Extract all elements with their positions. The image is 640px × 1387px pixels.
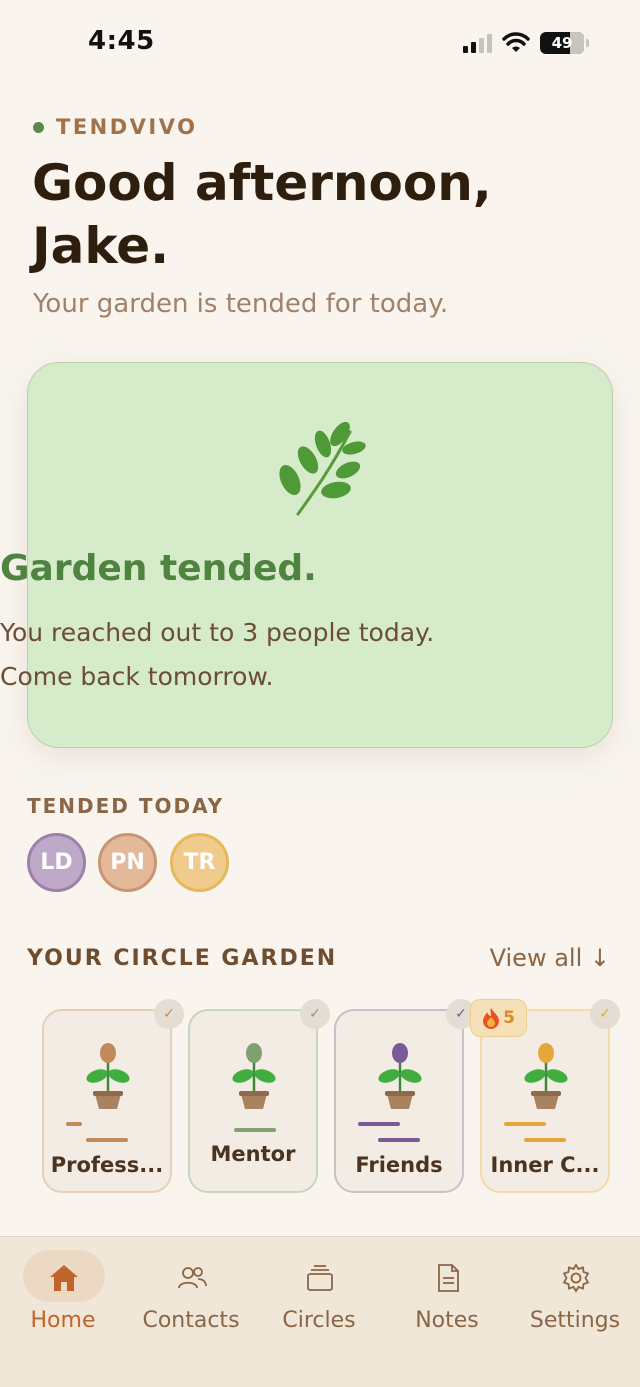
check-icon: ✓	[590, 999, 620, 1029]
status-bar: 4:45 49	[0, 0, 640, 88]
notes-icon	[438, 1264, 459, 1292]
contacts-icon	[178, 1267, 207, 1289]
nav-label: Settings	[529, 1308, 621, 1333]
nav-settings[interactable]: Settings	[520, 1250, 630, 1350]
circle-name: Friends	[355, 1153, 443, 1177]
nav-home[interactable]: Home	[8, 1250, 118, 1350]
status-icons: 49	[463, 30, 589, 56]
circle-name: Mentor	[210, 1142, 296, 1166]
avatar[interactable]: LD	[27, 833, 86, 892]
battery-level: 49	[551, 34, 573, 52]
circle-name: Inner C...	[490, 1153, 600, 1177]
plant-icon	[86, 1043, 130, 1109]
nav-label: Notes	[415, 1308, 479, 1333]
signal-icon	[463, 33, 492, 53]
hero-line2: Come back tomorrow.	[0, 662, 274, 691]
herb-icon	[279, 421, 366, 516]
nav-notes[interactable]: Notes	[392, 1250, 502, 1350]
plant-icon	[232, 1043, 276, 1109]
gear-icon	[562, 1263, 590, 1293]
nav-label: Home	[30, 1308, 96, 1333]
circle-card-mentor[interactable]: Mentor	[188, 1009, 318, 1193]
avatar[interactable]: TR	[170, 833, 229, 892]
circle-garden-label: YOUR CIRCLE GARDEN	[27, 946, 338, 971]
circle-card-professional[interactable]: Profess...	[42, 1009, 172, 1193]
circle-name: Profess...	[50, 1153, 164, 1177]
view-all-link[interactable]: View all ↓	[490, 944, 610, 972]
nav-contacts[interactable]: Contacts	[136, 1250, 246, 1350]
nav-circles[interactable]: Circles	[264, 1250, 374, 1350]
circles-icon	[307, 1265, 333, 1291]
nav-label: Circles	[282, 1308, 356, 1333]
circle-card-friends[interactable]: Friends	[334, 1009, 464, 1193]
wifi-icon	[502, 32, 530, 52]
subtitle: Your garden is tended for today.	[33, 289, 449, 319]
streak-count: 5	[503, 1008, 515, 1028]
streak-badge: 5	[470, 999, 527, 1037]
brand-name: TENDVIVO	[56, 115, 198, 139]
hero-line1: You reached out to 3 people today.	[0, 618, 435, 647]
avatar[interactable]: PN	[98, 833, 157, 892]
status-time: 4:45	[88, 26, 155, 56]
plant-icon	[524, 1043, 568, 1109]
nav-label: Contacts	[142, 1308, 240, 1333]
brand: TENDVIVO	[33, 115, 197, 139]
home-icon	[50, 1265, 78, 1291]
tended-today-label: TENDED TODAY	[27, 794, 225, 818]
battery-icon: 49	[540, 32, 589, 54]
greeting-line2: Jake.	[32, 217, 170, 275]
hero-title: Garden tended.	[0, 548, 317, 589]
greeting-line1: Good afternoon,	[32, 154, 492, 212]
check-icon: ✓	[300, 999, 330, 1029]
check-icon: ✓	[154, 999, 184, 1029]
fire-icon	[483, 1008, 500, 1029]
plant-icon	[378, 1043, 422, 1109]
greeting: Good afternoon, Jake.	[32, 152, 592, 278]
brand-dot	[33, 121, 44, 133]
